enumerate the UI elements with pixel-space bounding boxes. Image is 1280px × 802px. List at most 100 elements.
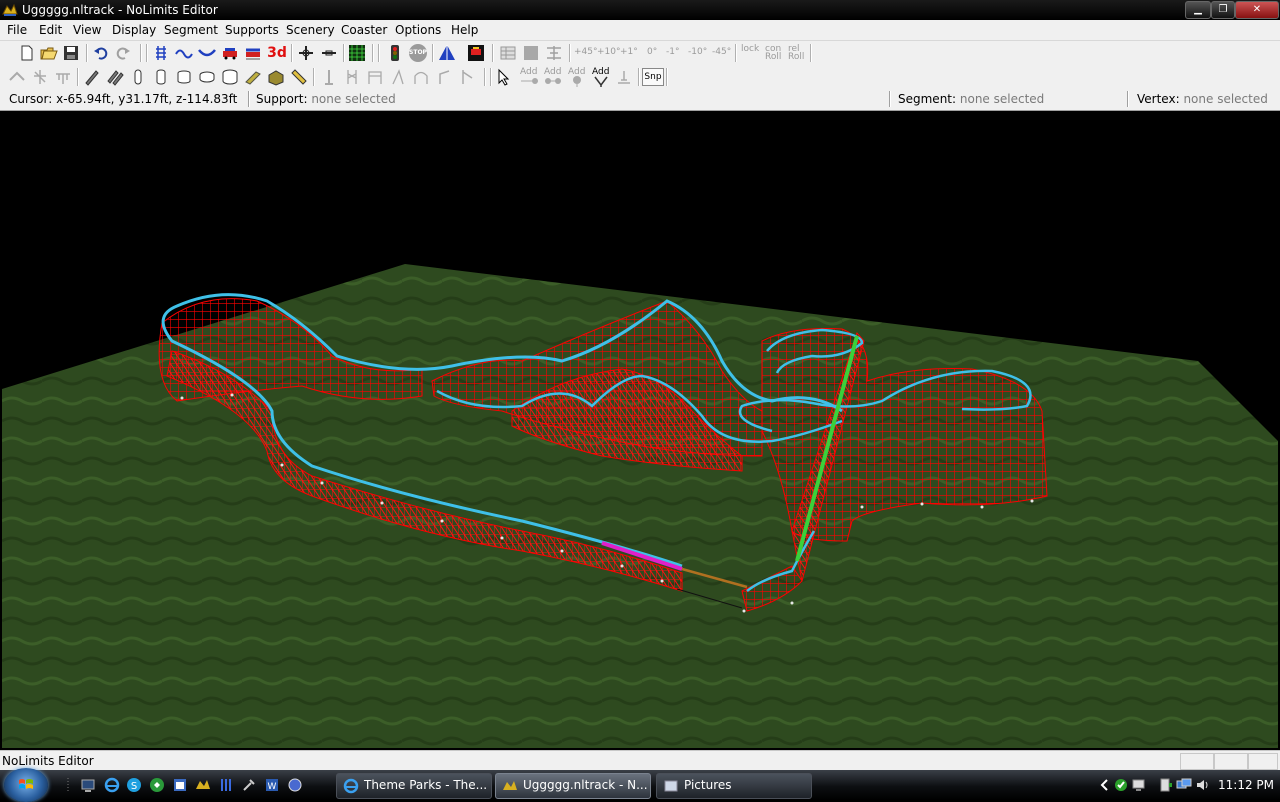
save-disk-icon[interactable] [62,44,80,62]
tower-support-icon[interactable] [343,68,361,86]
vertex-label: Vertex: [1137,92,1180,106]
plank-icon[interactable] [244,68,262,86]
solid-view-icon[interactable] [522,44,540,62]
status-bar: NoLimits Editor [0,750,1280,771]
main-toolbar: 3d STOP +45° +10° +1° 0° -1° -10° -45° l… [0,41,1280,65]
add-beam-icon[interactable] [544,75,562,87]
view-3d-button[interactable]: 3d [267,44,287,62]
rel-roll-button[interactable]: rel Roll [788,45,808,62]
tools-icon[interactable] [241,777,257,793]
tray-network-icon[interactable] [1176,777,1192,793]
add-vertex-icon[interactable] [297,44,315,62]
crossbeam-tool-icon[interactable] [54,68,72,86]
tray-expand-icon[interactable] [1097,777,1113,793]
pyramid-icon[interactable] [438,44,456,62]
table-view-icon[interactable] [499,44,517,62]
angle-minus1[interactable]: -1° [666,48,679,57]
disc-icon[interactable] [198,68,216,86]
task-nolimits-editor[interactable]: Uggggg.nltrack - N... [495,773,651,799]
menu-options[interactable]: Options [395,23,441,37]
tray-shield-icon[interactable] [1113,777,1129,793]
double-pencil-icon[interactable] [106,68,124,86]
cylinder-icon[interactable] [152,68,170,86]
angle-zero[interactable]: 0° [647,48,657,57]
menu-help[interactable]: Help [451,23,478,37]
angle-minus10[interactable]: -10° [688,48,707,57]
align-icon[interactable] [545,44,563,62]
arch-support-icon[interactable] [412,68,430,86]
menu-display[interactable]: Display [112,23,156,37]
coaster-scene[interactable] [2,111,1278,748]
new-file-icon[interactable] [18,44,36,62]
start-button[interactable] [4,768,48,802]
internet-explorer-icon[interactable] [104,777,120,793]
angle-plus45[interactable]: +45° [574,48,598,57]
nolimits-quicklaunch-icon[interactable] [195,777,211,793]
messenger-icon[interactable] [149,777,165,793]
column-support-icon[interactable] [320,68,338,86]
cylinder-thin-icon[interactable] [129,68,147,86]
menu-segment[interactable]: Segment [164,23,218,37]
undo-icon[interactable] [92,44,110,62]
task-label: Pictures [684,778,732,792]
beam-tool-icon[interactable] [31,68,49,86]
track-rails-icon[interactable] [152,44,170,62]
task-pictures[interactable]: Pictures [656,773,812,799]
select-arrow-icon[interactable] [495,68,513,86]
hanging-support-icon[interactable] [458,68,476,86]
show-desktop-icon[interactable] [80,777,96,793]
tray-device-icon[interactable] [1158,777,1174,793]
grid-view-icon[interactable] [348,44,366,62]
remove-vertex-icon[interactable] [320,44,338,62]
menu-supports[interactable]: Supports [225,23,279,37]
segment-value: none selected [959,92,1045,106]
angle-minus45[interactable]: -45° [712,48,731,57]
calendar-app-icon[interactable] [172,777,188,793]
stop-button[interactable]: STOP [409,44,427,62]
bent-support-icon[interactable] [435,68,453,86]
station-train-icon[interactable] [244,44,262,62]
app-circle-icon[interactable] [287,777,303,793]
status-text: NoLimits Editor [2,754,94,768]
open-folder-icon[interactable] [40,44,58,62]
frame-support-icon[interactable] [366,68,384,86]
menu-view[interactable]: View [73,23,101,37]
dip-track-icon[interactable] [198,44,216,62]
minimize-button[interactable]: ▁ [1185,1,1211,19]
add-prefab-icon[interactable] [568,75,586,87]
ruler-icon[interactable] [290,68,308,86]
wave-track-icon[interactable] [175,44,193,62]
snap-toggle[interactable]: Snp [642,68,664,86]
angle-plus10[interactable]: +10° [597,48,621,57]
tray-volume-icon[interactable] [1195,777,1211,793]
angled-support-icon[interactable] [389,68,407,86]
box-icon[interactable] [267,68,285,86]
menu-coaster[interactable]: Coaster [341,23,387,37]
cylinder-wide-icon[interactable] [175,68,193,86]
tray-monitor-icon[interactable] [1131,777,1147,793]
close-button[interactable]: ✕ [1235,1,1279,19]
menu-scenery[interactable]: Scenery [286,23,335,37]
add-footer-icon[interactable] [592,75,610,87]
task-theme-parks[interactable]: Theme Parks - The... [336,773,492,799]
train-icon[interactable] [221,44,239,62]
maximize-button[interactable]: ❐ [1211,1,1235,19]
angle-plus1[interactable]: +1° [620,48,638,57]
barrel-icon[interactable] [221,68,239,86]
3d-viewport[interactable] [2,111,1278,748]
skype-icon[interactable]: S [126,777,142,793]
menu-edit[interactable]: Edit [39,23,62,37]
test-run-icon[interactable] [467,44,485,62]
redo-icon[interactable] [114,44,132,62]
info-bar: Cursor: x-65.94ft, y31.17ft, z-114.83ft … [0,89,1280,111]
add-free-node-icon[interactable] [520,75,538,87]
menu-file[interactable]: File [7,23,27,37]
con-roll-button[interactable]: con Roll [765,45,785,62]
add-base-icon[interactable] [615,68,633,86]
lock-roll-button[interactable]: lock [741,45,761,54]
pencil-icon[interactable] [83,68,101,86]
traffic-light-icon[interactable] [386,44,404,62]
media-bars-icon[interactable] [218,777,234,793]
word-icon[interactable]: W [264,777,280,793]
support-tool-icon[interactable] [8,68,26,86]
